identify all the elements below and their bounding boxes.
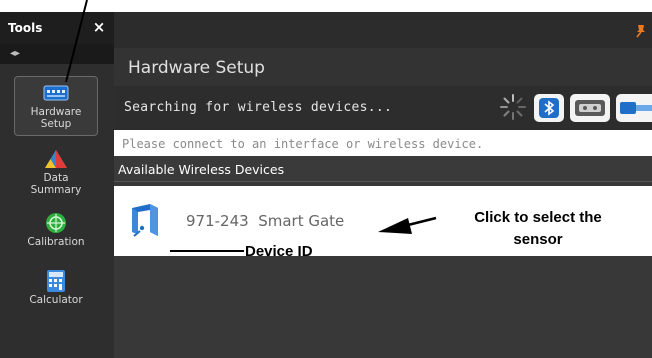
tool-label-hardware-setup: Hardware Setup [30,106,82,130]
tools-title: Tools [8,21,43,35]
bluetooth-icon [539,98,559,118]
usb-interface-button[interactable] [570,94,610,122]
tool-hardware-setup[interactable]: Hardware Setup [14,76,98,136]
close-icon[interactable]: × [90,18,108,36]
spinner-icon [500,94,526,120]
bluetooth-button[interactable] [534,94,564,122]
cable-button[interactable] [616,94,652,122]
tool-calibration[interactable]: Calibration [14,208,98,260]
calculator-icon [47,270,65,292]
search-status-bar: Searching for wireless devices... [114,86,652,130]
data-summary-icon [45,150,67,168]
annotation-top-strip [0,0,652,12]
annotation-device-id: Device ID [245,243,313,260]
smart-gate-icon [132,204,158,237]
tools-header: Tools × [0,12,114,44]
main-topbar [114,12,652,48]
calibration-icon [46,213,66,233]
tool-label-data-summary: Data Summary [30,172,82,196]
page-title: Hardware Setup [128,58,265,78]
tool-label-calibration: Calibration [27,236,85,248]
tools-list: Hardware Setup Data Summary Calibration [0,64,114,358]
tools-panel: Tools × ◂▸ Hardware Setup Data Summary C… [0,12,114,358]
connect-message: Please connect to an interface or wirele… [122,137,484,151]
tool-label-calculator: Calculator [29,294,83,306]
device-label: 971-243 Smart Gate [186,212,345,230]
cable-icon [620,102,652,114]
tool-calculator[interactable]: Calculator [14,266,98,322]
hardware-setup-header: Hardware Setup [114,48,652,86]
available-devices-title: Available Wireless Devices [118,162,285,177]
pin-icon[interactable] [634,24,648,38]
device-item-smart-gate[interactable]: 971-243 Smart Gate [122,198,382,242]
collapse-arrows-icon[interactable]: ◂▸ [10,48,20,59]
available-devices-header: Available Wireless Devices [114,156,652,182]
hardware-setup-icon [43,85,69,101]
main-panel: Hardware Setup Searching for wireless de… [114,12,652,358]
usb-interface-icon [575,100,605,116]
connect-message-bar: Please connect to an interface or wirele… [114,130,652,156]
annotation-click-to-select: Click to select the sensor [474,209,602,248]
search-status-text: Searching for wireless devices... [124,100,393,115]
tool-data-summary[interactable]: Data Summary [14,144,98,202]
